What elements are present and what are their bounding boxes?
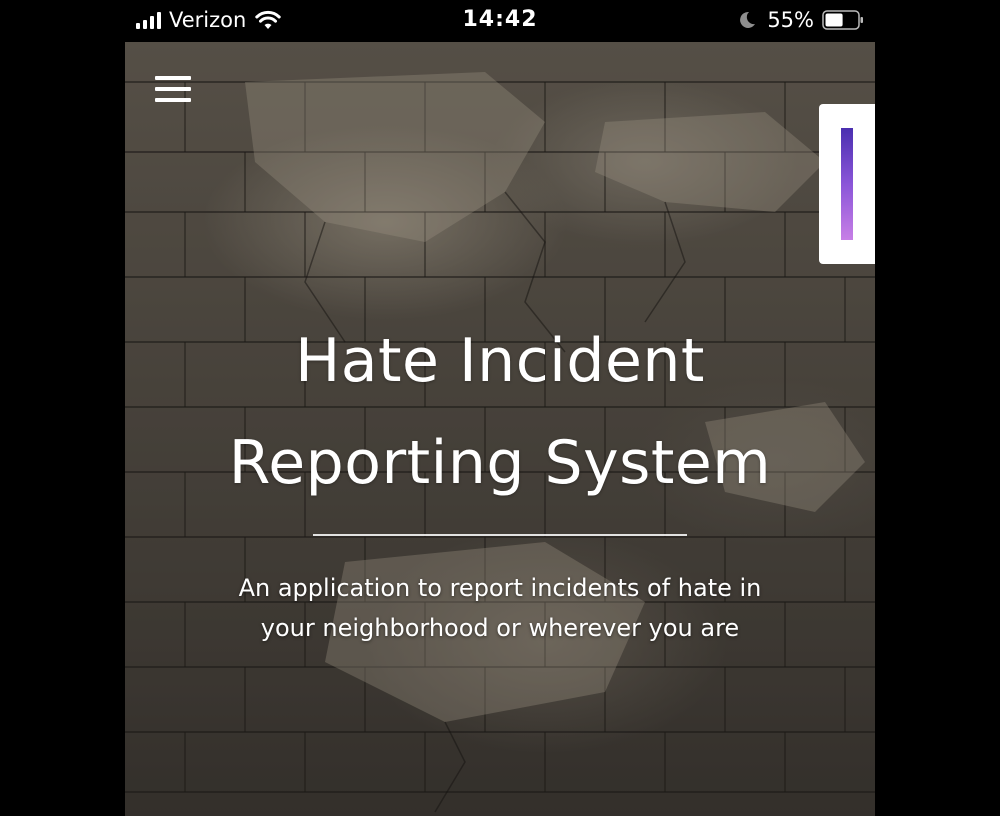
battery-icon <box>822 10 863 30</box>
side-panel-tab[interactable] <box>819 104 875 264</box>
status-right: 55% <box>737 8 864 32</box>
side-panel-accent-bar <box>841 128 853 240</box>
title-line-1: Hate Incident <box>295 326 705 396</box>
subtitle-line-1: An application to report incidents of ha… <box>238 574 762 602</box>
hamburger-menu-icon[interactable] <box>155 76 191 102</box>
page-subtitle: An application to report incidents of ha… <box>185 568 815 648</box>
page-title: Hate Incident Reporting System <box>125 310 875 514</box>
moon-icon <box>740 11 756 28</box>
app-screen: Hate Incident Reporting System An applic… <box>125 42 875 816</box>
title-divider <box>313 534 687 536</box>
battery-percent: 55% <box>767 8 814 32</box>
subtitle-line-2: your neighborhood or wherever you are <box>260 614 740 642</box>
title-line-2: Reporting System <box>228 428 772 498</box>
status-bar: Verizon 14:42 55% <box>0 0 1000 42</box>
